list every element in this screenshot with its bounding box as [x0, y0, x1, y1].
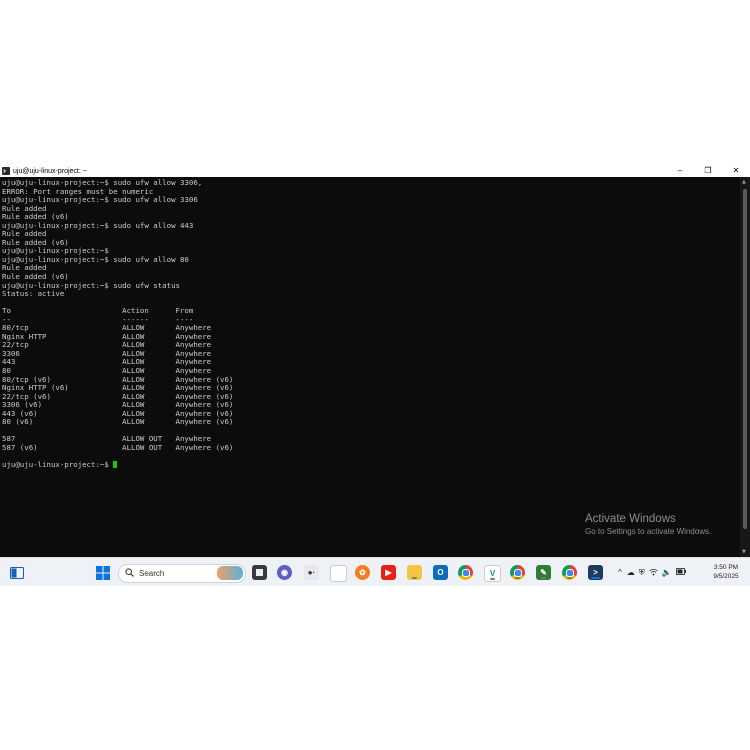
terminal-app-icon — [2, 167, 10, 175]
terminal-icon[interactable]: > — [588, 565, 603, 580]
chrome-profile-icon[interactable] — [510, 565, 525, 580]
terminal-scrollbar[interactable]: ▲ ▼ — [740, 177, 750, 557]
terminal-line: Rule added — [2, 203, 47, 213]
chat-icon[interactable]: ◉ — [277, 565, 292, 580]
dots-icon[interactable]: ●· — [304, 565, 319, 580]
cloud-icon[interactable]: ☁ — [627, 568, 635, 577]
terminal-prompt: uju@uju-linux-project:~$ — [2, 460, 114, 470]
terminal-line: uju@uju-linux-project:~$ sudo ufw status — [2, 280, 180, 290]
chrome-icon[interactable] — [458, 565, 473, 580]
terminal-lines: uju@uju-linux-project:~$ sudo ufw allow … — [0, 177, 740, 470]
volume-icon[interactable]: 🔈 — [662, 568, 672, 577]
task-view-icon[interactable] — [9, 565, 24, 580]
wifi-icon[interactable] — [649, 568, 658, 578]
widgets-icon[interactable] — [252, 565, 267, 580]
desktop-screen: uju@uju-linux-project: ~ – ❐ ✕ uju@uju-l… — [0, 165, 750, 586]
terminal-line: uju@uju-linux-project:~$ sudo ufw allow … — [2, 195, 198, 205]
search-icon — [125, 568, 134, 579]
watermark-title: Activate Windows — [585, 513, 676, 525]
terminal-line: Status: active — [2, 289, 65, 299]
watermark-subtitle: Go to Settings to activate Windows. — [585, 527, 712, 536]
terminal-line: Rule added — [2, 229, 47, 239]
document-icon[interactable] — [330, 565, 347, 582]
minimize-button[interactable]: – — [666, 165, 694, 177]
terminal-output[interactable]: uju@uju-linux-project:~$ sudo ufw allow … — [0, 177, 740, 557]
terminal-line: uju@uju-linux-project:~$ sudo ufw allow … — [2, 254, 189, 264]
window-title: uju@uju-linux-project: ~ — [13, 167, 87, 175]
scroll-thumb[interactable] — [743, 189, 747, 529]
chrome-alt-icon[interactable] — [562, 565, 577, 580]
maximize-button[interactable]: ❐ — [694, 165, 722, 177]
terminal-line: 80 (v6) ALLOW Anywhere (v6) — [2, 417, 234, 427]
search-placeholder: Search — [139, 569, 165, 578]
battery-icon[interactable] — [675, 568, 686, 577]
terminal-line: uju@uju-linux-project:~$ sudo ufw allow … — [2, 220, 194, 230]
activate-windows-watermark: Activate Windows Go to Settings to activ… — [585, 513, 711, 536]
outlook-icon[interactable]: O — [433, 565, 448, 580]
taskbar: Search ◉ ●· ✿ ▶ O V ✎ > ^ ☁ ⛨ 🔈 3:50 PM … — [0, 557, 750, 586]
clock-date: 9/5/2025 — [713, 573, 739, 580]
window-titlebar[interactable]: uju@uju-linux-project: ~ – ❐ ✕ — [0, 165, 750, 177]
terminal-cursor — [113, 461, 118, 469]
scroll-down-icon[interactable]: ▼ — [742, 549, 746, 555]
notepad-icon[interactable]: ✎ — [536, 565, 551, 580]
windows-start-icon[interactable] — [95, 565, 110, 580]
system-tray: ^ ☁ ⛨ 🔈 — [618, 558, 686, 586]
app-orange-icon[interactable]: ✿ — [355, 565, 370, 580]
scroll-up-icon[interactable]: ▲ — [742, 179, 746, 185]
terminal-line: Rule added (v6) — [2, 237, 69, 247]
taskbar-clock[interactable]: 3:50 PM 9/5/2025 — [705, 563, 747, 581]
security-icon[interactable]: ⛨ — [639, 568, 645, 578]
clock-time: 3:50 PM — [713, 564, 739, 571]
terminal-line: Rule added — [2, 263, 47, 273]
youtube-icon[interactable]: ▶ — [381, 565, 396, 580]
close-button[interactable]: ✕ — [722, 165, 750, 177]
terminal-prompt-line[interactable]: uju@uju-linux-project:~$ — [2, 460, 740, 470]
taskbar-search-box[interactable]: Search — [118, 564, 246, 583]
file-explorer-icon[interactable] — [407, 565, 422, 580]
search-highlight-icon — [217, 566, 243, 580]
terminal-line: 587 (v6) ALLOW OUT Anywhere (v6) — [2, 442, 234, 452]
vscode-icon[interactable]: V — [484, 565, 501, 582]
tray-chevron-icon[interactable]: ^ — [618, 568, 622, 577]
